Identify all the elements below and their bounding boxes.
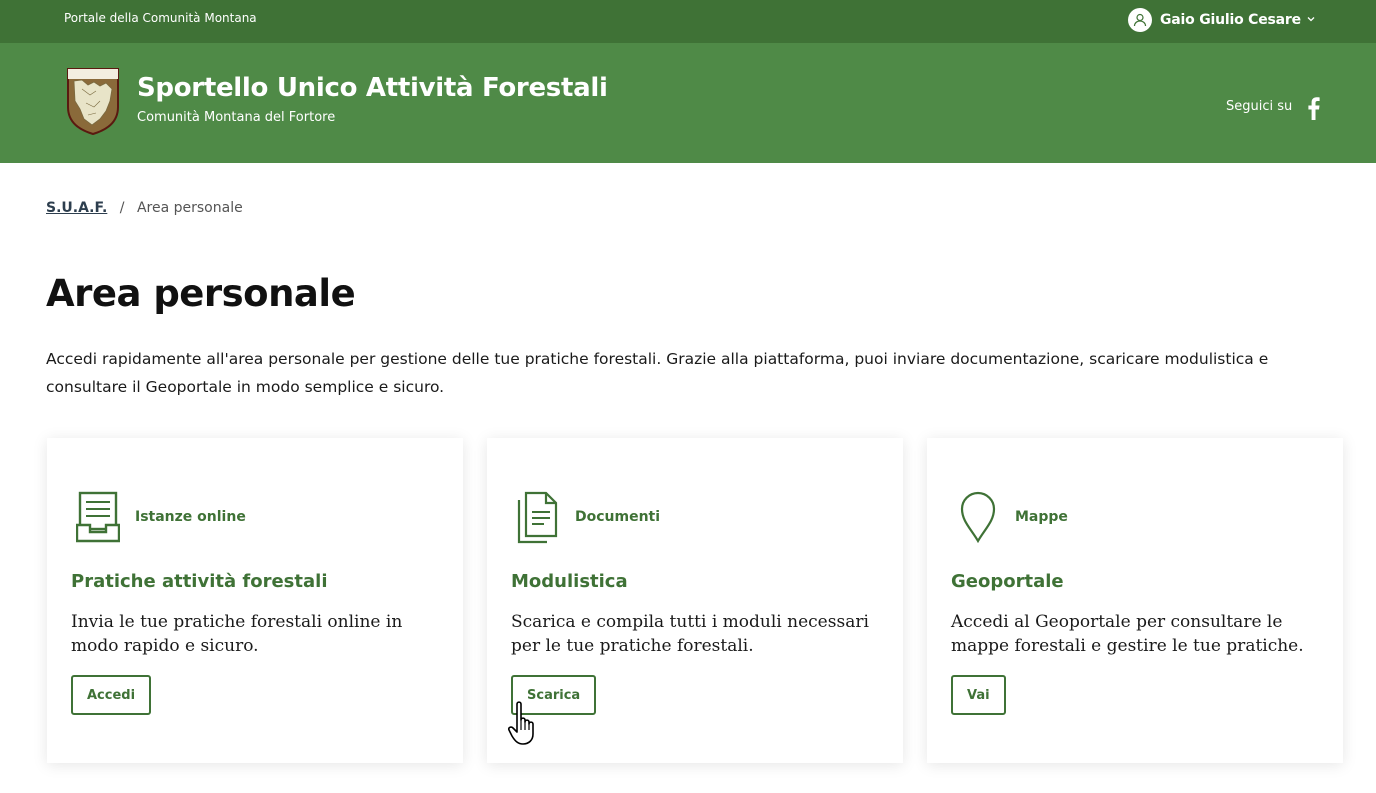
chevron-down-icon (1306, 14, 1316, 27)
slim-header: Portale della Comunità Montana Gaio Giul… (0, 0, 1376, 43)
card-text: Invia le tue pratiche forestali online i… (71, 612, 403, 656)
site-title[interactable]: Sportello Unico Attività Forestali (137, 73, 608, 103)
facebook-icon[interactable] (1304, 96, 1322, 120)
map-pin-icon (951, 490, 1005, 544)
breadcrumb-separator: / (119, 200, 125, 216)
page-title: Area personale (46, 272, 356, 315)
card-text: Scarica e compila tutti i moduli necessa… (511, 612, 869, 656)
follow-label: Seguici su (1226, 99, 1293, 114)
card-category[interactable]: Documenti (575, 509, 660, 525)
card-title[interactable]: Pratiche attività forestali (71, 571, 327, 592)
card-header: Documenti (511, 490, 660, 544)
card-header: Mappe (951, 490, 1068, 544)
breadcrumb-current: Area personale (136, 200, 243, 216)
scarica-button[interactable]: Scarica (511, 675, 597, 715)
portal-link[interactable]: Portale della Comunità Montana (64, 11, 257, 25)
card-title[interactable]: Modulistica (511, 571, 628, 592)
user-menu[interactable]: Gaio Giulio Cesare (1128, 7, 1316, 33)
site-subtitle: Comunità Montana del Fortore (137, 110, 336, 125)
card-documenti: Documenti Modulistica Scarica e compila … (487, 438, 903, 763)
inbox-form-icon (71, 490, 125, 544)
comunita-montana-logo[interactable] (66, 67, 120, 135)
breadcrumb-home-link[interactable]: S.U.A.F. (46, 200, 107, 216)
card-header: Istanze online (71, 490, 246, 544)
card-category[interactable]: Istanze online (135, 509, 246, 525)
user-icon (1128, 8, 1152, 32)
card-text: Accedi al Geoportale per consultare le m… (951, 612, 1304, 656)
documents-icon (511, 490, 565, 544)
card-title[interactable]: Geoportale (951, 571, 1064, 592)
card-category[interactable]: Mappe (1015, 509, 1068, 525)
card-istanze-online: Istanze online Pratiche attività foresta… (47, 438, 463, 763)
vai-button[interactable]: Vai (951, 675, 1006, 715)
main-header: Sportello Unico Attività Forestali Comun… (0, 43, 1376, 163)
user-name: Gaio Giulio Cesare (1160, 12, 1301, 28)
breadcrumb: S.U.A.F. / Area personale (46, 200, 243, 216)
accedi-button[interactable]: Accedi (71, 675, 152, 715)
card-mappe: Mappe Geoportale Accedi al Geoportale pe… (927, 438, 1343, 763)
page-intro: Accedi rapidamente all'area personale pe… (46, 350, 1269, 396)
